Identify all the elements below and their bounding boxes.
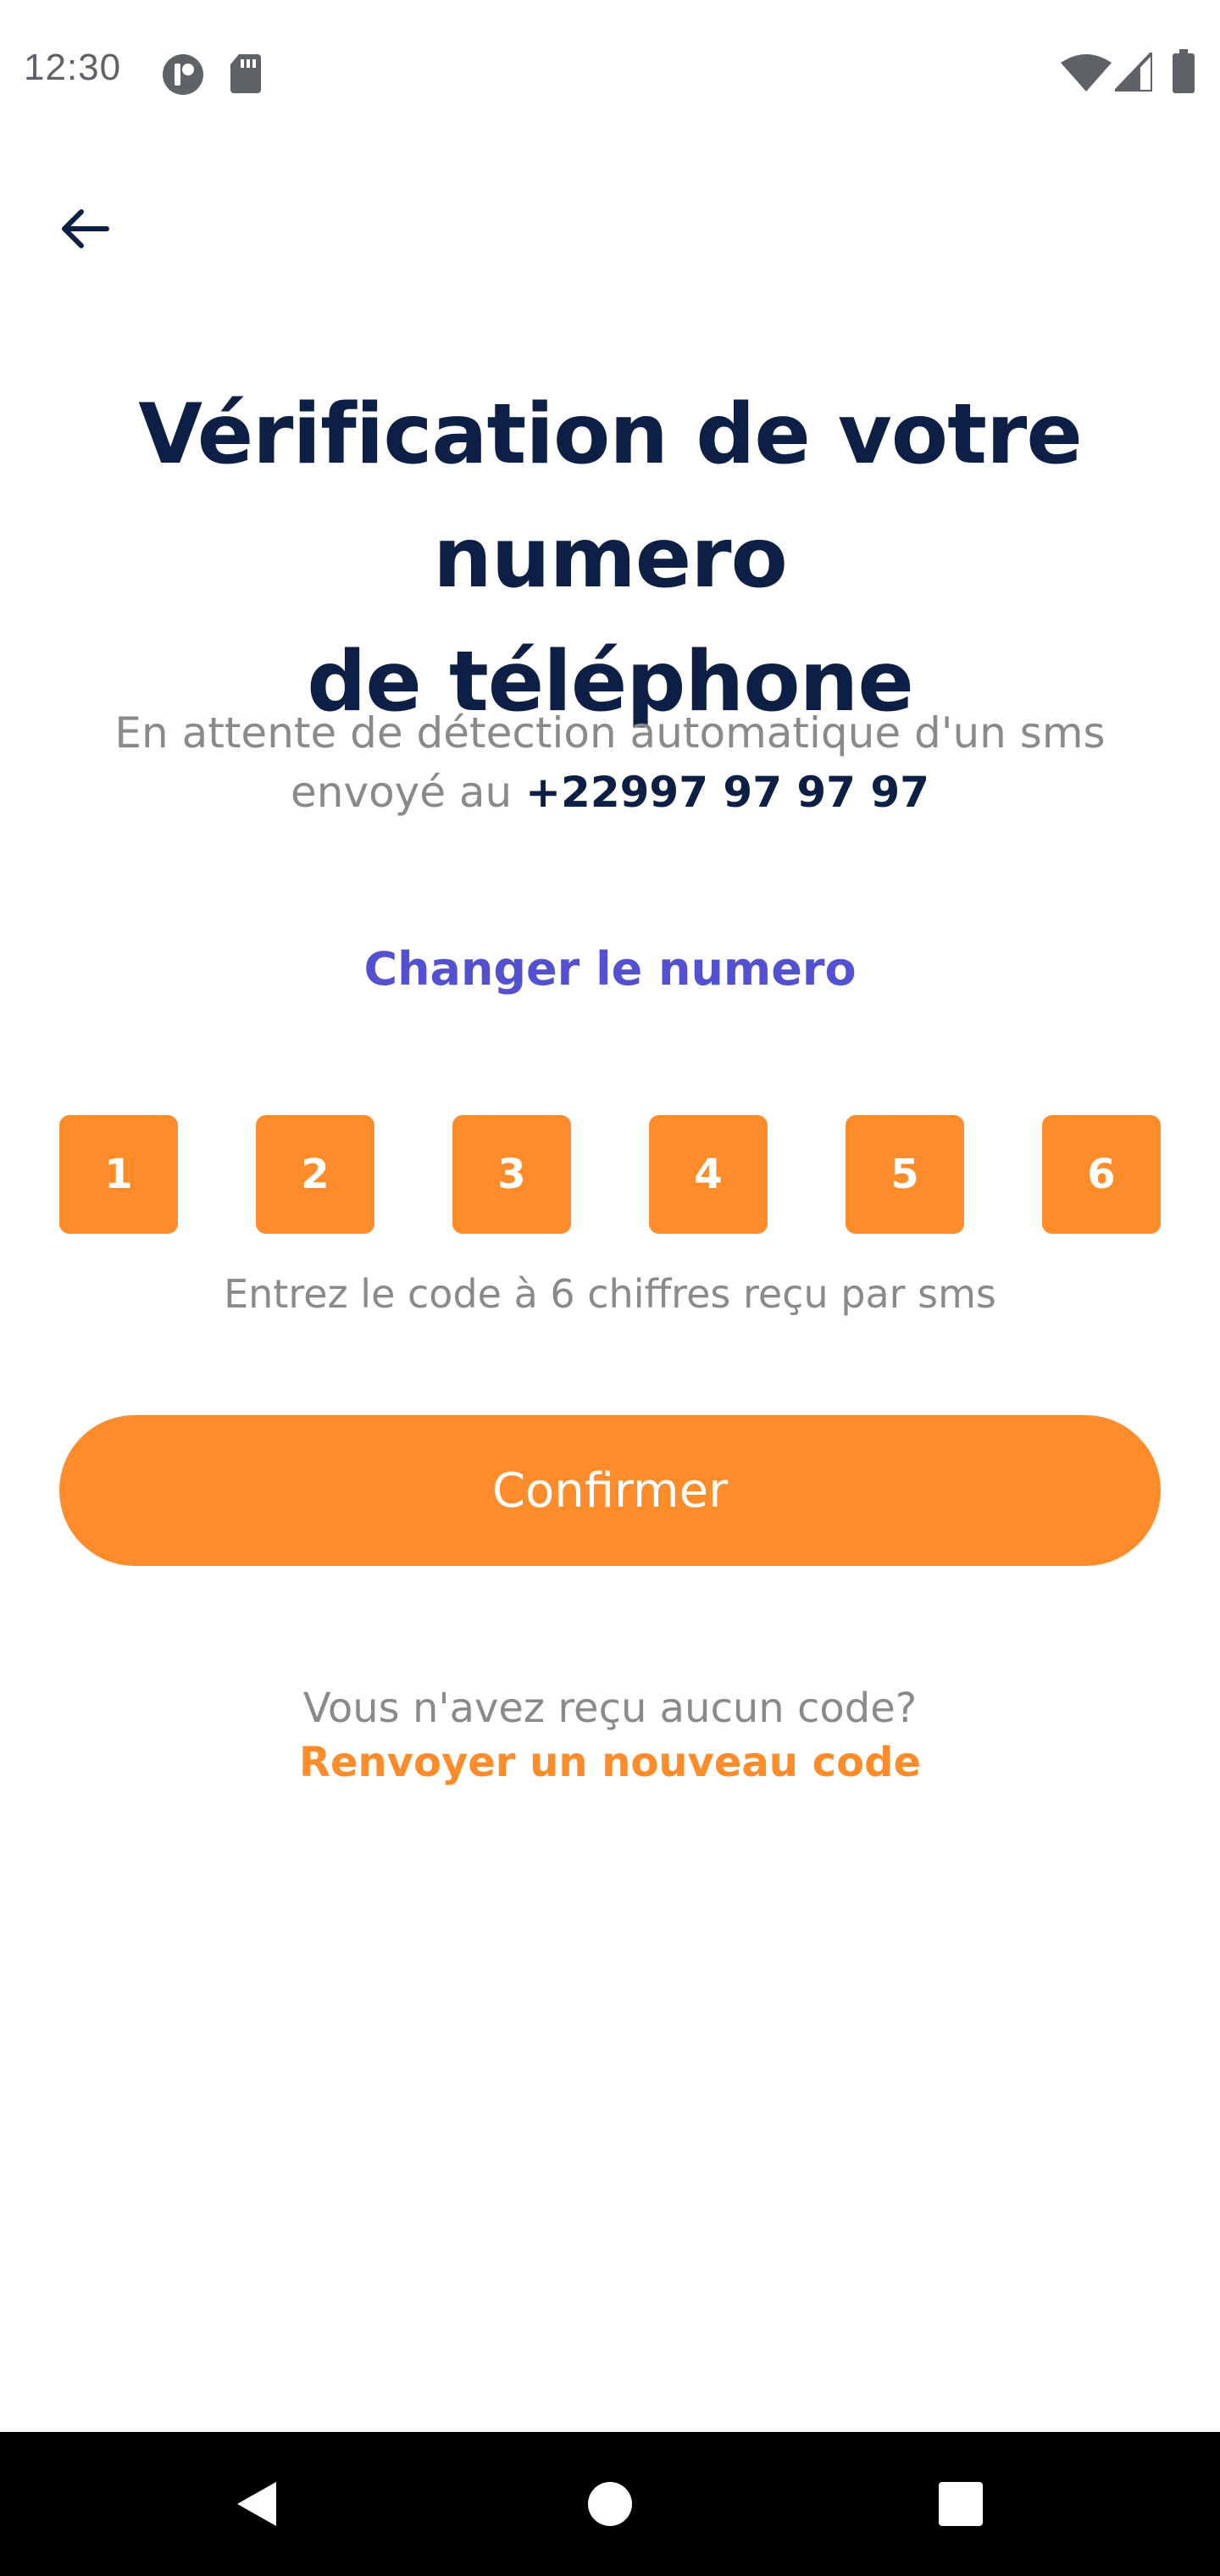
recents-nav-icon xyxy=(939,2482,983,2526)
status-time: 12:30 xyxy=(24,47,122,88)
otp-digit-1[interactable]: 1 xyxy=(59,1115,178,1234)
signal-icon xyxy=(1115,53,1152,92)
otp-digit-5[interactable]: 5 xyxy=(846,1115,964,1234)
back-nav-icon xyxy=(237,2482,276,2526)
otp-hint: Entrez le code à 6 chiffres reçu par sms xyxy=(224,1271,996,1317)
otp-digit-6[interactable]: 6 xyxy=(1042,1115,1161,1234)
resend-code-link[interactable]: Renvoyer un nouveau code xyxy=(0,1739,1220,1786)
phone-number: +22997 97 97 97 xyxy=(525,768,929,817)
otp-input-group: 1 2 3 4 5 6 xyxy=(59,1115,1161,1234)
otp-digit-4[interactable]: 4 xyxy=(649,1115,768,1234)
change-number-link[interactable]: Changer le numero xyxy=(0,942,1220,996)
page-title: Vérification de votre numero de téléphon… xyxy=(0,373,1220,744)
wifi-icon xyxy=(1061,54,1112,92)
nav-back-button[interactable] xyxy=(222,2470,290,2538)
nav-home-button[interactable] xyxy=(576,2470,644,2538)
page-title-line-1: Vérification de votre numero xyxy=(138,386,1083,607)
otp-digit-3[interactable]: 3 xyxy=(452,1115,571,1234)
status-bar: 12:30 xyxy=(0,0,1220,144)
sd-card-icon xyxy=(230,54,261,93)
app-notification-icon xyxy=(163,54,203,95)
otp-digit-2[interactable]: 2 xyxy=(256,1115,374,1234)
confirm-button[interactable]: Confirmer xyxy=(59,1415,1161,1566)
arrow-back-icon xyxy=(62,209,109,248)
battery-icon xyxy=(1173,49,1195,93)
system-navigation-bar xyxy=(0,2432,1220,2576)
sms-description: En attente de détection automatique d'un… xyxy=(34,703,1186,822)
home-nav-icon xyxy=(588,2482,632,2526)
back-button[interactable] xyxy=(42,186,127,271)
no-code-question: Vous n'avez reçu aucun code? xyxy=(302,1685,918,1732)
nav-recents-button[interactable] xyxy=(927,2470,995,2538)
